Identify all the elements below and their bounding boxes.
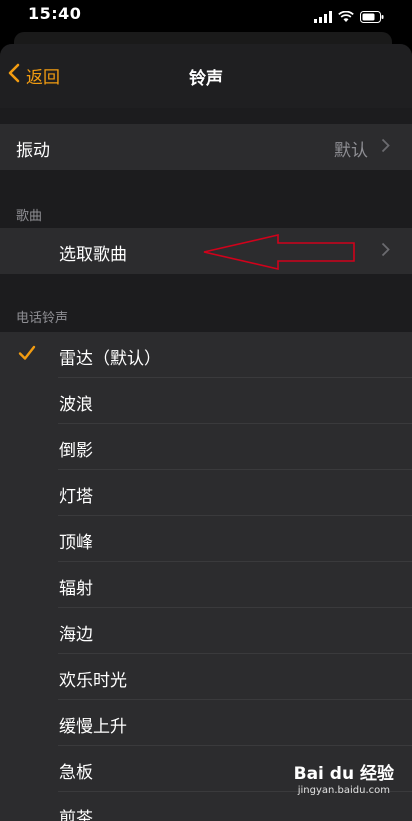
watermark-brand: Bai du 经验 [293, 764, 394, 784]
ringtone-label: 欢乐时光 [59, 671, 127, 691]
ringtone-item[interactable]: 顶峰 [0, 516, 412, 562]
annotation-arrow-icon [203, 234, 355, 271]
ringtone-label: 波浪 [59, 395, 93, 415]
ringtone-item[interactable]: 波浪 [0, 378, 412, 424]
ringtone-label: 急板 [59, 763, 93, 783]
ringtone-label: 雷达（默认） [59, 349, 161, 369]
ringtone-item[interactable]: 倒影 [0, 424, 412, 470]
chevron-right-icon [381, 138, 390, 157]
battery-icon [360, 8, 384, 27]
pick-song-label: 选取歌曲 [59, 245, 127, 265]
watermark-url: jingyan.baidu.com [297, 785, 390, 796]
ringtone-sheet: 返回 铃声 振动 默认 歌曲 选取歌曲 电话铃声 雷达（默认） 波浪倒影灯塔顶峰辐… [0, 44, 412, 821]
page-title: 铃声 [189, 69, 223, 89]
ringtones-section-header: 电话铃声 [16, 311, 69, 326]
chevron-right-icon [381, 242, 390, 261]
baidu-watermark: Bai du 经验 jingyan.baidu.com [294, 759, 394, 803]
ringtone-label: 缓慢上升 [59, 717, 127, 737]
ringtone-item[interactable]: 灯塔 [0, 470, 412, 516]
ringtone-label: 海边 [59, 625, 93, 645]
cellular-signal-icon [314, 8, 332, 27]
ringtone-label: 灯塔 [59, 487, 93, 507]
ringtone-label: 倒影 [59, 441, 93, 461]
ringtone-label: 煎茶 [59, 809, 93, 821]
ringtone-label: 辐射 [59, 579, 93, 599]
vibration-row[interactable]: 振动 默认 [0, 124, 412, 170]
status-time: 15:40 [28, 4, 82, 23]
status-bar: 15:40 [0, 0, 412, 30]
navigation-bar: 返回 铃声 [0, 44, 412, 108]
ringtone-item[interactable]: 辐射 [0, 562, 412, 608]
ringtone-item[interactable]: 海边 [0, 608, 412, 654]
checkmark-icon [18, 345, 36, 365]
ringtone-item[interactable]: 雷达（默认） [0, 332, 412, 378]
ringtone-item[interactable]: 缓慢上升 [0, 700, 412, 746]
status-icons [314, 8, 384, 27]
vibration-value: 默认 [334, 141, 368, 161]
ringtone-label: 顶峰 [59, 533, 93, 553]
songs-section-header: 歌曲 [16, 209, 43, 224]
vibration-label: 振动 [16, 141, 50, 161]
wifi-icon [338, 8, 354, 27]
ringtone-item[interactable]: 欢乐时光 [0, 654, 412, 700]
